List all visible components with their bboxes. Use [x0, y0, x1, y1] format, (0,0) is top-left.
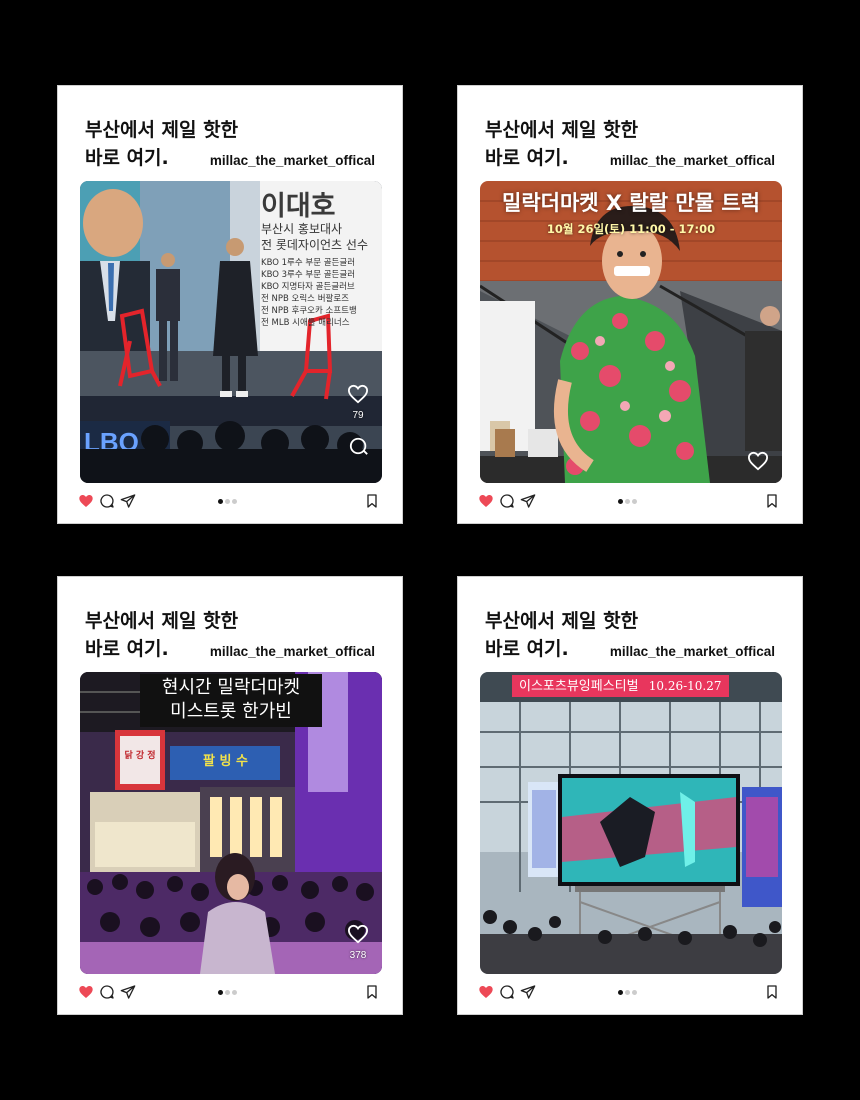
bio-line: 전 NPB 후쿠오카 소프트뱅	[261, 306, 357, 316]
overlay-line-1: 현시간 밀락더마켓	[161, 677, 301, 698]
bookmark-icon[interactable]	[764, 984, 780, 1000]
overlay-title: 밀락더마켓 X 랄랄 만물 트럭	[502, 191, 760, 215]
account-name[interactable]: millac_the_market_offical	[610, 153, 775, 168]
carousel-dots	[218, 990, 239, 996]
heart-icon[interactable]	[478, 493, 494, 509]
bio-line: 전 MLB 시애틀 매리너스	[261, 318, 350, 328]
overlay-banner: 이스포츠뷰잉페스티벌 10.26-10.27	[512, 675, 729, 697]
account-name[interactable]: millac_the_market_offical	[610, 644, 775, 659]
post-media[interactable]: 밀락더마켓 X 랄랄 만물 트럭 10월 26일(토) 11:00 - 17:0…	[480, 181, 782, 483]
post-card-4: 부산에서 제일 핫한 바로 여기. millac_the_market_offi…	[457, 576, 803, 1015]
headline-line-1: 부산에서 제일 핫한	[85, 119, 239, 141]
bookmark-icon[interactable]	[364, 493, 380, 509]
carousel-dot	[625, 499, 630, 504]
bio-line: 전 NPB 오릭스 버팔로즈	[261, 294, 349, 304]
reel-like-icon[interactable]	[347, 924, 369, 944]
post-media[interactable]: LBO 이대호 부산시 홍보대사 전 롯데자이언츠 선수 KBO 1루수 부문 …	[80, 181, 382, 483]
carousel-dot	[232, 990, 237, 995]
reel-like-count: 79	[352, 410, 364, 421]
headline-line-1: 부산에서 제일 핫한	[85, 610, 239, 632]
carousel-dots	[218, 499, 239, 505]
post-actions	[458, 982, 802, 1004]
carousel-dot	[632, 499, 637, 504]
overlay-subtitle: 10월 26일(토) 11:00 - 17:00	[546, 222, 716, 236]
speaker-name: 이대호	[261, 191, 336, 222]
reel-like-icon[interactable]	[347, 384, 369, 404]
carousel-dot	[225, 499, 230, 504]
bio-line: 부산시 홍보대사	[261, 222, 343, 236]
post-actions	[58, 491, 402, 513]
carousel-dot	[625, 990, 630, 995]
headline-line-1: 부산에서 제일 핫한	[485, 119, 639, 141]
comment-icon[interactable]	[499, 493, 515, 509]
carousel-dots	[618, 990, 639, 996]
post-actions	[458, 491, 802, 513]
carousel-dot	[225, 990, 230, 995]
overlay-line-2: 미스트롯 한가빈	[170, 701, 292, 722]
post-card-3: 부산에서 제일 핫한 바로 여기. millac_the_market_offi…	[57, 576, 403, 1015]
heart-icon[interactable]	[78, 493, 94, 509]
carousel-dots	[618, 499, 639, 505]
overlay-caption-box: 현시간 밀락더마켓 미스트롯 한가빈	[140, 674, 322, 727]
overlay-dates: 10.26-10.27	[648, 679, 722, 693]
carousel-dot	[632, 990, 637, 995]
account-name[interactable]: millac_the_market_offical	[210, 153, 375, 168]
carousel-dot-active	[218, 990, 223, 995]
bookmark-icon[interactable]	[364, 984, 380, 1000]
share-icon[interactable]	[120, 493, 136, 509]
post-card-2: 부산에서 제일 핫한 바로 여기. millac_the_market_offi…	[457, 85, 803, 524]
bookmark-icon[interactable]	[764, 493, 780, 509]
headline-line-1: 부산에서 제일 핫한	[485, 610, 639, 632]
speaker-bio: 부산시 홍보대사 전 롯데자이언츠 선수 KBO 1루수 부문 골든글러 KBO…	[261, 221, 382, 329]
share-icon[interactable]	[520, 984, 536, 1000]
reel-comment-icon[interactable]	[348, 436, 370, 456]
heart-icon[interactable]	[478, 984, 494, 1000]
overlay-title: 이스포츠뷰잉페스티벌	[519, 679, 639, 694]
post-actions	[58, 982, 402, 1004]
bio-line: KBO 1루수 부문 골든글러	[261, 258, 356, 268]
account-name[interactable]: millac_the_market_offical	[210, 644, 375, 659]
post-media[interactable]: 이스포츠뷰잉페스티벌 10.26-10.27	[480, 672, 782, 974]
bio-line: 전 롯데자이언츠 선수	[261, 238, 368, 252]
comment-icon[interactable]	[99, 984, 115, 1000]
sign-dakgangjeong: 닭 강 정	[124, 751, 156, 761]
share-icon[interactable]	[120, 984, 136, 1000]
sign-bingsu: 팔 빙 수	[203, 754, 248, 769]
reel-like-count: 378	[349, 950, 367, 961]
share-icon[interactable]	[520, 493, 536, 509]
post-media[interactable]: 현시간 밀락더마켓 미스트롯 한가빈 팔 빙 수 닭 강 정 378	[80, 672, 382, 974]
comment-icon[interactable]	[99, 493, 115, 509]
comment-icon[interactable]	[499, 984, 515, 1000]
bio-line: KBO 지명타자 골든글러브	[261, 282, 355, 292]
esports-viewing-photo	[480, 672, 782, 974]
carousel-dot-active	[218, 499, 223, 504]
bio-line: KBO 3루수 부문 골든글러	[261, 270, 356, 280]
reel-like-icon[interactable]	[747, 451, 769, 471]
carousel-dot	[232, 499, 237, 504]
heart-icon[interactable]	[78, 984, 94, 1000]
post-card-1: 부산에서 제일 핫한 바로 여기. millac_the_market_offi…	[57, 85, 403, 524]
carousel-dot-active	[618, 990, 623, 995]
carousel-dot-active	[618, 499, 623, 504]
